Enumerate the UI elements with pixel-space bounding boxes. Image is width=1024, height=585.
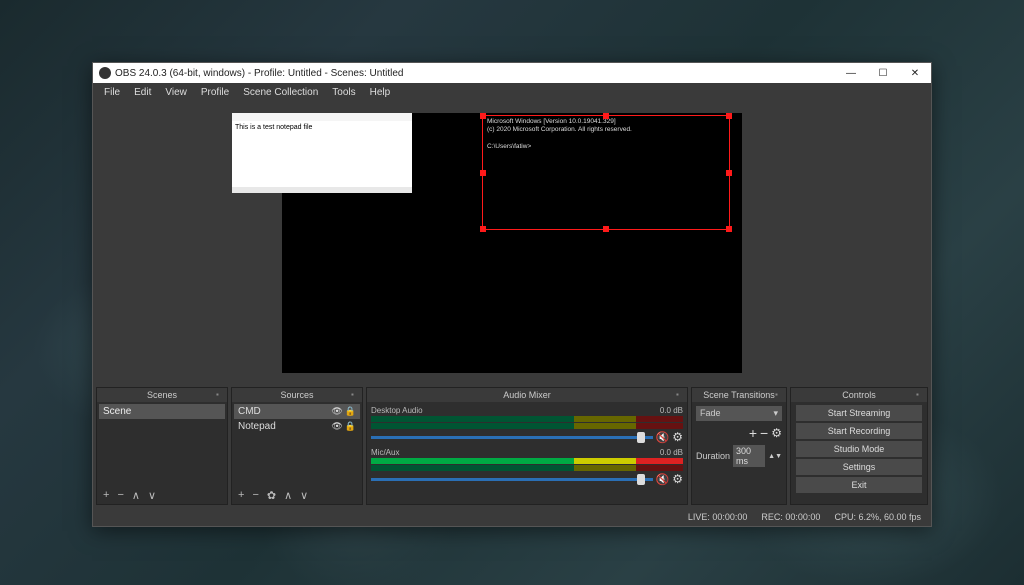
dock-header-mixer[interactable]: Audio Mixer ▪: [367, 388, 687, 402]
mixer-track-desktop: Desktop Audio 0.0 dB 🔇 ⚙: [371, 406, 683, 444]
undock-icon[interactable]: ▪: [916, 390, 924, 398]
menu-help[interactable]: Help: [363, 87, 398, 98]
stepper-icon[interactable]: ▲▼: [768, 453, 782, 460]
mute-icon[interactable]: 🔇: [656, 431, 670, 444]
cmd-line-2: (c) 2020 Microsoft Corporation. All righ…: [487, 126, 725, 134]
menu-profile[interactable]: Profile: [194, 87, 236, 98]
audio-meter: [371, 458, 683, 464]
cmd-line-1: Microsoft Windows [Version 10.0.19041.32…: [487, 118, 725, 126]
lock-icon[interactable]: 🔒: [345, 421, 356, 432]
volume-slider[interactable]: [371, 436, 653, 439]
dock-scenes: Scenes ▪ Scene + − ∧ ∨: [96, 387, 228, 505]
slider-thumb[interactable]: [637, 474, 645, 485]
exit-button[interactable]: Exit: [796, 477, 922, 493]
track-level: 0.0 dB: [660, 448, 683, 457]
status-rec: REC: 00:00:00: [761, 512, 820, 522]
source-up-button[interactable]: ∧: [282, 489, 294, 502]
gear-icon[interactable]: ⚙: [672, 430, 683, 444]
scene-item[interactable]: Scene: [99, 404, 225, 419]
docks-row: Scenes ▪ Scene + − ∧ ∨ Sources ▪ CMD 👁: [93, 384, 931, 508]
studio-mode-button[interactable]: Studio Mode: [796, 441, 922, 457]
preview-canvas[interactable]: This is a test notepad file Microsoft Wi…: [282, 113, 742, 373]
obs-window: OBS 24.0.3 (64-bit, windows) - Profile: …: [92, 62, 932, 527]
audio-meter: [371, 465, 683, 471]
resize-handle[interactable]: [603, 113, 609, 119]
remove-scene-button[interactable]: −: [115, 489, 125, 501]
resize-handle[interactable]: [726, 170, 732, 176]
mixer-track-mic: Mic/Aux 0.0 dB 🔇 ⚙: [371, 448, 683, 486]
track-level: 0.0 dB: [660, 406, 683, 415]
menu-edit[interactable]: Edit: [127, 87, 158, 98]
menu-tools[interactable]: Tools: [325, 87, 362, 98]
cmd-prompt: C:\Users\fatiw>: [487, 143, 725, 151]
dock-audio-mixer: Audio Mixer ▪ Desktop Audio 0.0 dB 🔇 ⚙: [366, 387, 688, 505]
duration-label: Duration: [696, 451, 730, 461]
resize-handle[interactable]: [726, 226, 732, 232]
eye-icon[interactable]: 👁: [331, 406, 342, 417]
track-name: Desktop Audio: [371, 406, 423, 415]
mute-icon[interactable]: 🔇: [656, 473, 670, 486]
add-scene-button[interactable]: +: [101, 489, 111, 501]
dock-header-controls[interactable]: Controls ▪: [791, 388, 927, 402]
menubar: File Edit View Profile Scene Collection …: [93, 83, 931, 102]
minimize-button[interactable]: —: [835, 63, 867, 83]
undock-icon[interactable]: ▪: [676, 390, 684, 398]
resize-handle[interactable]: [480, 226, 486, 232]
add-transition-button[interactable]: +: [749, 425, 757, 441]
notepad-content: This is a test notepad file: [235, 124, 312, 131]
resize-handle[interactable]: [480, 170, 486, 176]
dock-header-transitions[interactable]: Scene Transitions ▪: [692, 388, 786, 402]
start-recording-button[interactable]: Start Recording: [796, 423, 922, 439]
slider-thumb[interactable]: [637, 432, 645, 443]
dock-transitions: Scene Transitions ▪ Fade ▾ + − ⚙ Duratio…: [691, 387, 787, 505]
menu-file[interactable]: File: [97, 87, 127, 98]
close-button[interactable]: ✕: [899, 63, 931, 83]
dock-sources: Sources ▪ CMD 👁 🔒 Notepad 👁 🔒 + − ✿: [231, 387, 363, 505]
menu-scene-collection[interactable]: Scene Collection: [236, 87, 325, 98]
dock-header-sources[interactable]: Sources ▪: [232, 388, 362, 402]
undock-icon[interactable]: ▪: [216, 390, 224, 398]
resize-handle[interactable]: [603, 226, 609, 232]
preview-area[interactable]: This is a test notepad file Microsoft Wi…: [93, 102, 931, 384]
source-settings-button[interactable]: ✿: [265, 489, 278, 502]
source-item-notepad[interactable]: Notepad 👁 🔒: [234, 419, 360, 434]
duration-input[interactable]: 300 ms: [733, 445, 765, 467]
start-streaming-button[interactable]: Start Streaming: [796, 405, 922, 421]
status-cpu: CPU: 6.2%, 60.00 fps: [834, 512, 921, 522]
scene-up-button[interactable]: ∧: [130, 489, 142, 502]
volume-slider[interactable]: [371, 478, 653, 481]
eye-icon[interactable]: 👁: [331, 421, 342, 432]
gear-icon[interactable]: ⚙: [771, 426, 782, 440]
source-item-cmd[interactable]: CMD 👁 🔒: [234, 404, 360, 419]
source-down-button[interactable]: ∨: [298, 489, 310, 502]
undock-icon[interactable]: ▪: [351, 390, 359, 398]
settings-button[interactable]: Settings: [796, 459, 922, 475]
audio-meter: [371, 423, 683, 429]
dock-header-scenes[interactable]: Scenes ▪: [97, 388, 227, 402]
resize-handle[interactable]: [726, 113, 732, 119]
dock-controls: Controls ▪ Start Streaming Start Recordi…: [790, 387, 928, 505]
transition-select[interactable]: Fade ▾: [696, 406, 782, 421]
titlebar[interactable]: OBS 24.0.3 (64-bit, windows) - Profile: …: [93, 63, 931, 83]
source-cmd[interactable]: Microsoft Windows [Version 10.0.19041.32…: [482, 115, 730, 230]
app-icon: [99, 67, 111, 79]
menu-view[interactable]: View: [158, 87, 194, 98]
window-title: OBS 24.0.3 (64-bit, windows) - Profile: …: [115, 68, 835, 79]
scene-down-button[interactable]: ∨: [146, 489, 158, 502]
audio-meter: [371, 416, 683, 422]
source-notepad[interactable]: This is a test notepad file: [232, 113, 412, 187]
status-live: LIVE: 00:00:00: [688, 512, 748, 522]
maximize-button[interactable]: ☐: [867, 63, 899, 83]
lock-icon[interactable]: 🔒: [345, 406, 356, 417]
track-name: Mic/Aux: [371, 448, 399, 457]
chevron-down-icon: ▾: [773, 408, 778, 419]
resize-handle[interactable]: [480, 113, 486, 119]
add-source-button[interactable]: +: [236, 489, 246, 501]
undock-icon[interactable]: ▪: [775, 390, 783, 398]
remove-transition-button[interactable]: −: [760, 425, 768, 441]
remove-source-button[interactable]: −: [250, 489, 260, 501]
statusbar: LIVE: 00:00:00 REC: 00:00:00 CPU: 6.2%, …: [93, 508, 931, 526]
gear-icon[interactable]: ⚙: [672, 472, 683, 486]
